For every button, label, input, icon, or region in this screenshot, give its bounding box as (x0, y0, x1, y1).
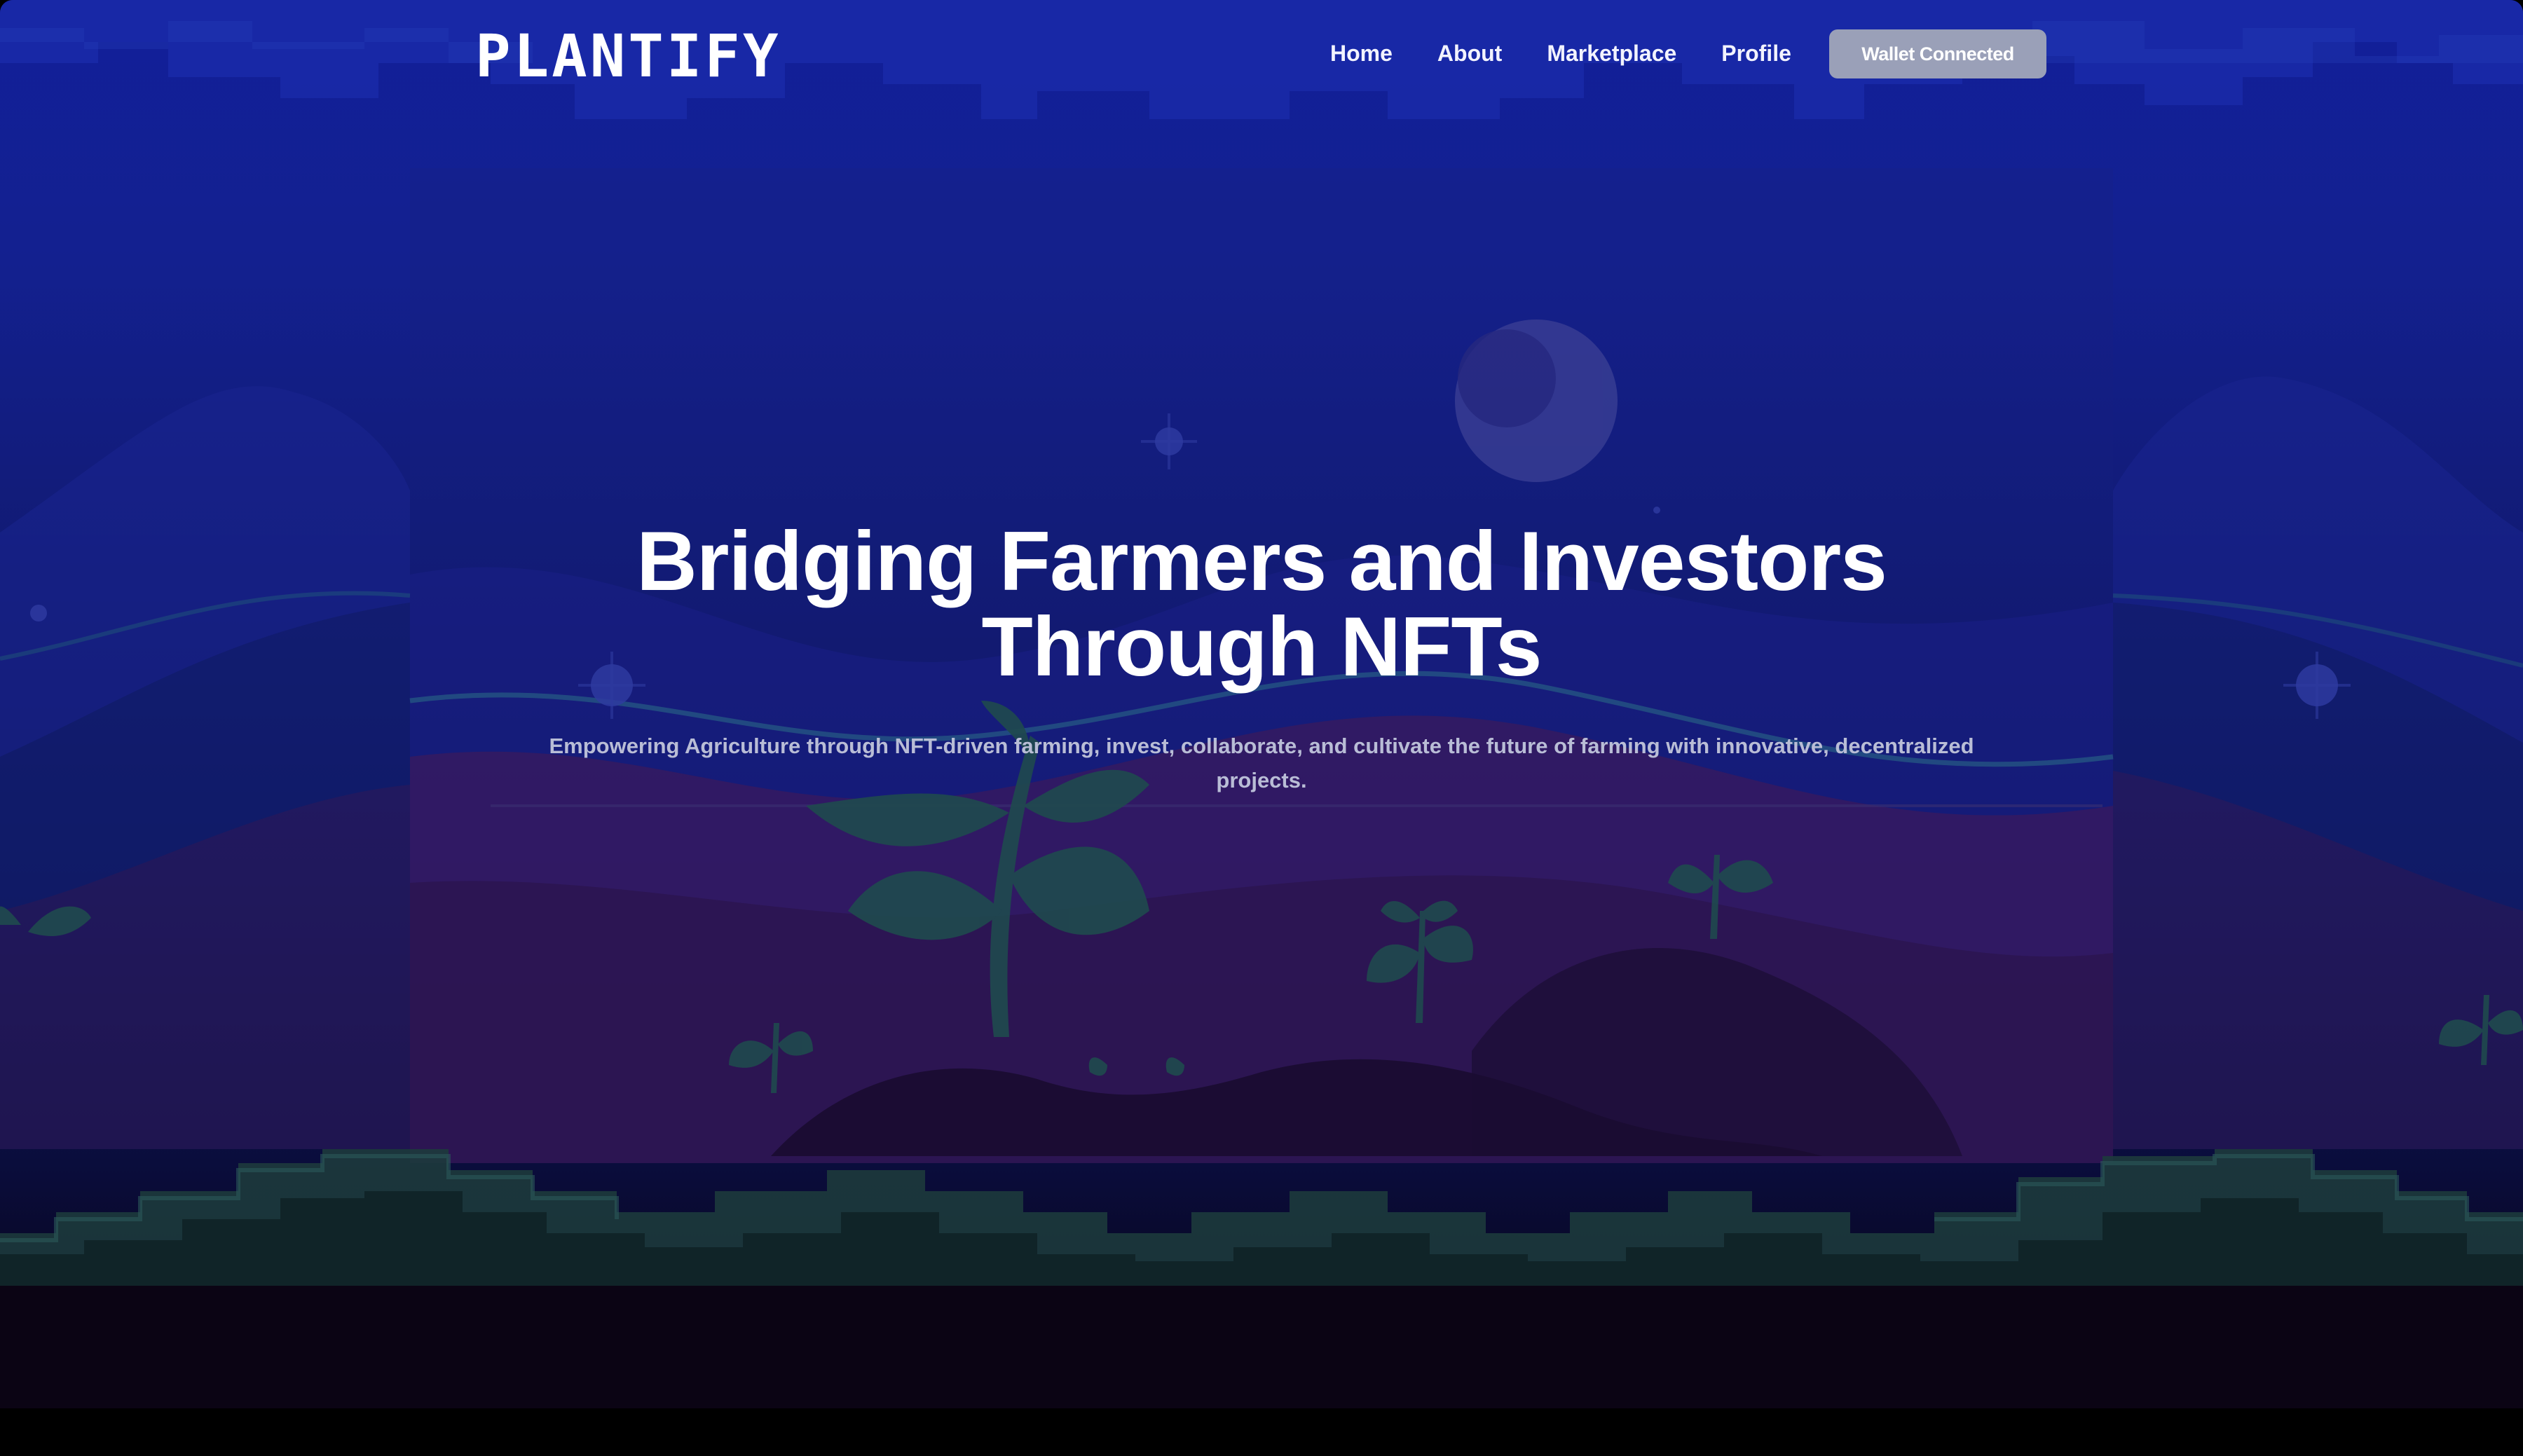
bottom-strip (0, 1286, 2523, 1408)
landing-page: PLANTIFY Home About Marketplace Profile … (0, 0, 2523, 1456)
nav-links: Home About Marketplace Profile (1330, 36, 1836, 70)
bottom-pixel-terrain (0, 1149, 2523, 1286)
nav-item-marketplace[interactable]: Marketplace (1547, 36, 1676, 70)
wallet-connected-button[interactable]: Wallet Connected (1829, 29, 2046, 78)
nav-item-about[interactable]: About (1437, 36, 1502, 70)
hero-title-line-2: Through NFTs (981, 600, 1543, 694)
navbar: PLANTIFY Home About Marketplace Profile … (0, 0, 2523, 112)
moon-icon (1455, 320, 1618, 482)
nav-item-home[interactable]: Home (1330, 36, 1393, 70)
hero-section: Bridging Farmers and Investors Through N… (0, 518, 2523, 797)
hero-title-line-1: Bridging Farmers and Investors (636, 514, 1887, 608)
hero-subtitle: Empowering Agriculture through NFT-drive… (549, 734, 1974, 792)
nav-item-profile[interactable]: Profile (1721, 36, 1791, 70)
hero-title: Bridging Farmers and Investors Through N… (0, 518, 2523, 689)
bottom-edge (0, 1408, 2523, 1456)
brand-logo[interactable]: PLANTIFY (475, 27, 781, 85)
